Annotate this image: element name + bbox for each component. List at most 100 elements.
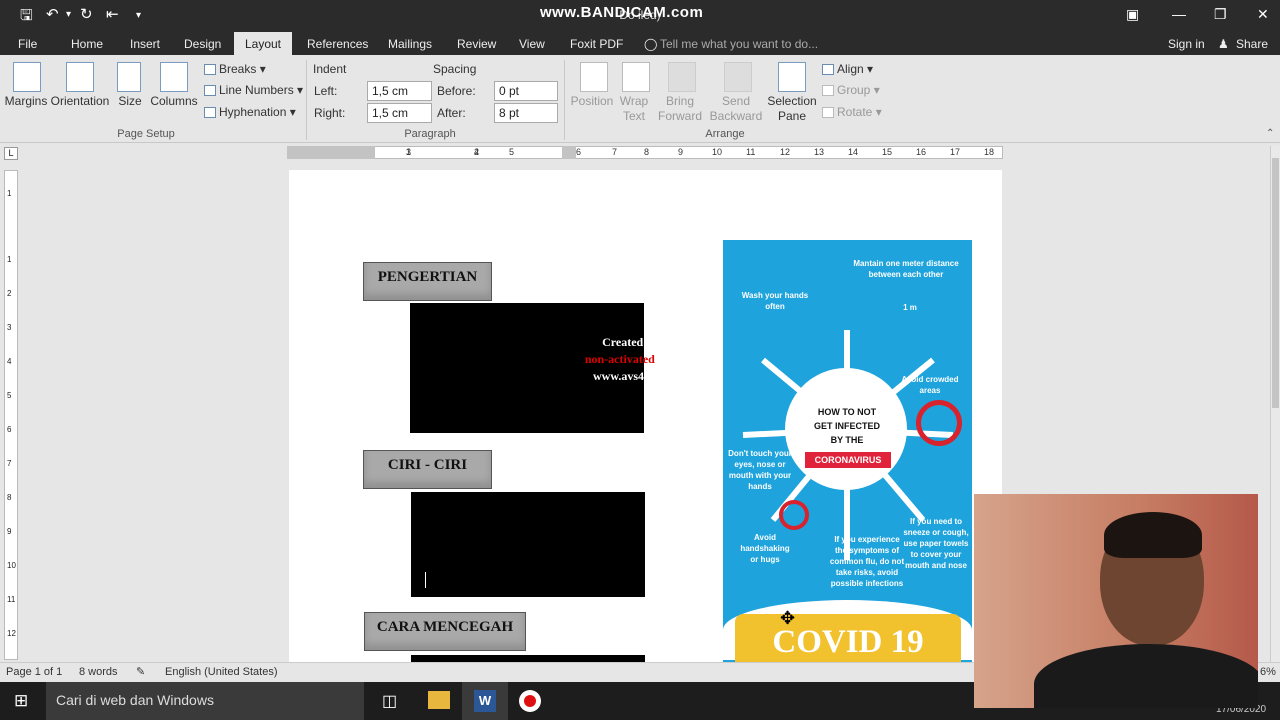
heading-pengertian[interactable]: PENGERTIAN [363, 262, 492, 301]
align-icon [822, 64, 834, 76]
tell-me-box[interactable]: Tell me what you want to do... [660, 37, 818, 51]
avs-line-3: www.avs4you.com [592, 369, 687, 383]
bring-forward-button[interactable]: Bring [654, 94, 706, 108]
no-crowd-icon [916, 400, 962, 446]
restore-button[interactable]: ❐ [1214, 6, 1227, 23]
collapse-ribbon-icon[interactable]: ⌃ [1266, 128, 1274, 139]
bandicam-icon[interactable] [519, 690, 541, 712]
send-backward-button[interactable]: Send [708, 94, 764, 108]
columns-button[interactable]: Columns [150, 94, 198, 108]
tab-file[interactable]: File [18, 37, 37, 51]
ruler-tick-label: 7 [612, 147, 618, 157]
line-numbers-label: Line Numbers [219, 83, 294, 97]
move-cursor-icon: ✥ [780, 608, 796, 628]
rotate-button[interactable]: Rotate ▾ [822, 105, 882, 119]
tab-home[interactable]: Home [71, 37, 103, 51]
breaks-button[interactable]: Breaks ▾ [204, 62, 266, 76]
tab-mailings[interactable]: Mailings [388, 37, 432, 51]
hyphenation-button[interactable]: Hyphenation ▾ [204, 105, 296, 119]
ribbon-display-options-icon[interactable]: ▣ [1126, 6, 1139, 23]
word-count[interactable]: 8 words [79, 666, 118, 678]
ruler-tick-label: 18 [984, 147, 995, 157]
poster-text-wash: Wash your hands often [741, 291, 809, 311]
tab-foxit-pdf[interactable]: Foxit PDF [570, 37, 623, 51]
share-icon[interactable]: ♟ [1218, 37, 1229, 51]
ruler-column-gap [562, 146, 576, 159]
task-view-icon[interactable]: ◫ [382, 691, 397, 711]
heading-cara-mencegah[interactable]: CARA MENCEGAH [364, 612, 526, 651]
wrap-text-icon [622, 62, 650, 92]
tab-layout[interactable]: Layout [234, 32, 292, 55]
poster-text-handshake: Avoid handshaking or hugs [740, 533, 790, 564]
no-handshake-icon [779, 500, 809, 530]
hyphenation-label: Hyphenation [219, 105, 287, 119]
minimize-button[interactable]: — [1172, 6, 1186, 22]
spacing-after-input[interactable]: 8 pt [494, 103, 558, 123]
share-button[interactable]: Share [1236, 37, 1268, 51]
zoom-level[interactable]: 6% [1260, 666, 1276, 678]
avs-line-1: Created with a [602, 335, 678, 349]
bring-forward-icon [668, 62, 696, 92]
orientation-button[interactable]: Orientation [50, 94, 110, 108]
proofing-icon[interactable]: ✎ [136, 665, 145, 678]
customize-qat-icon[interactable]: ▾ [136, 10, 141, 21]
rotate-label: Rotate [837, 105, 873, 119]
heading-ciri-ciri[interactable]: CIRI - CIRI [363, 450, 492, 489]
selection-pane-button[interactable]: Selection [766, 94, 818, 108]
tab-review[interactable]: Review [457, 37, 496, 51]
undo-icon[interactable]: ↶ [46, 5, 59, 23]
group-button[interactable]: Group ▾ [822, 83, 880, 97]
tab-insert[interactable]: Insert [130, 37, 160, 51]
breaks-icon [204, 64, 216, 76]
redo-icon[interactable]: ↻ [80, 5, 93, 23]
group-label: Group [837, 83, 871, 97]
close-button[interactable]: ✕ [1257, 6, 1269, 23]
content-box-2[interactable] [411, 492, 645, 597]
paragraph-group-label: Paragraph [404, 128, 456, 140]
position-button[interactable]: Position [568, 94, 616, 108]
align-label: Align [837, 62, 864, 76]
avs-line-2b: version [657, 352, 696, 366]
record-dot [524, 695, 536, 707]
undo-dropdown-icon[interactable]: ▾ [66, 9, 71, 20]
size-icon [117, 62, 141, 92]
coronavirus-poster-image[interactable]: Mantain one meter distance between each … [723, 240, 972, 662]
breaks-label: Breaks [219, 62, 257, 76]
vertical-ruler-label: 4 [7, 357, 12, 366]
tab-view[interactable]: View [519, 37, 545, 51]
margins-button[interactable]: Margins [4, 94, 48, 108]
word-icon[interactable]: W [474, 690, 496, 712]
horizontal-ruler[interactable]: 21123456789101112131415161718 [287, 146, 1003, 159]
save-icon[interactable]: 🖫 [20, 5, 33, 30]
line-numbers-button[interactable]: Line Numbers ▾ [204, 83, 303, 97]
text-cursor [425, 572, 426, 588]
size-button[interactable]: Size [116, 94, 144, 108]
spacing-before-input[interactable]: 0 pt [494, 81, 558, 101]
poster-text-crowded: Avoid crowded areas [901, 375, 959, 395]
content-box-3[interactable] [411, 655, 645, 662]
wrap-text-button[interactable]: Wrap [616, 94, 652, 108]
tab-design[interactable]: Design [184, 37, 221, 51]
align-button[interactable]: Align ▾ [822, 62, 873, 76]
ruler-tick-label: 11 [746, 147, 756, 157]
scrollbar-thumb[interactable] [1272, 158, 1279, 408]
tab-selector[interactable]: L [4, 147, 18, 160]
poster-text-coronavirus: CORONAVIRUS [805, 452, 891, 468]
vertical-ruler[interactable]: 1 1 2 3 4 5 6 7 8 9 10 11 12 [4, 170, 18, 660]
indent-left-input[interactable]: 1,5 cm [367, 81, 432, 101]
tab-references[interactable]: References [307, 37, 368, 51]
send-backward-label2: Backward [709, 109, 763, 123]
lightbulb-icon: ◯ [644, 37, 658, 51]
file-explorer-icon[interactable] [428, 691, 450, 709]
touch-mode-icon[interactable]: ⇤ [106, 5, 119, 23]
indent-left-label: Left: [314, 84, 338, 98]
vertical-scrollbar[interactable] [1270, 146, 1280, 662]
sign-in-link[interactable]: Sign in [1168, 37, 1205, 51]
taskbar-search-input[interactable]: Cari di web dan Windows [46, 682, 364, 720]
page-count[interactable]: Page 1 of 1 [6, 666, 62, 678]
spacing-after-label: After: [437, 106, 466, 120]
webcam-overlay [974, 494, 1258, 708]
indent-right-input[interactable]: 1,5 cm [367, 103, 432, 123]
windows-start-icon[interactable]: ⊞ [14, 691, 28, 711]
language-status[interactable]: English (United States) [165, 666, 278, 678]
